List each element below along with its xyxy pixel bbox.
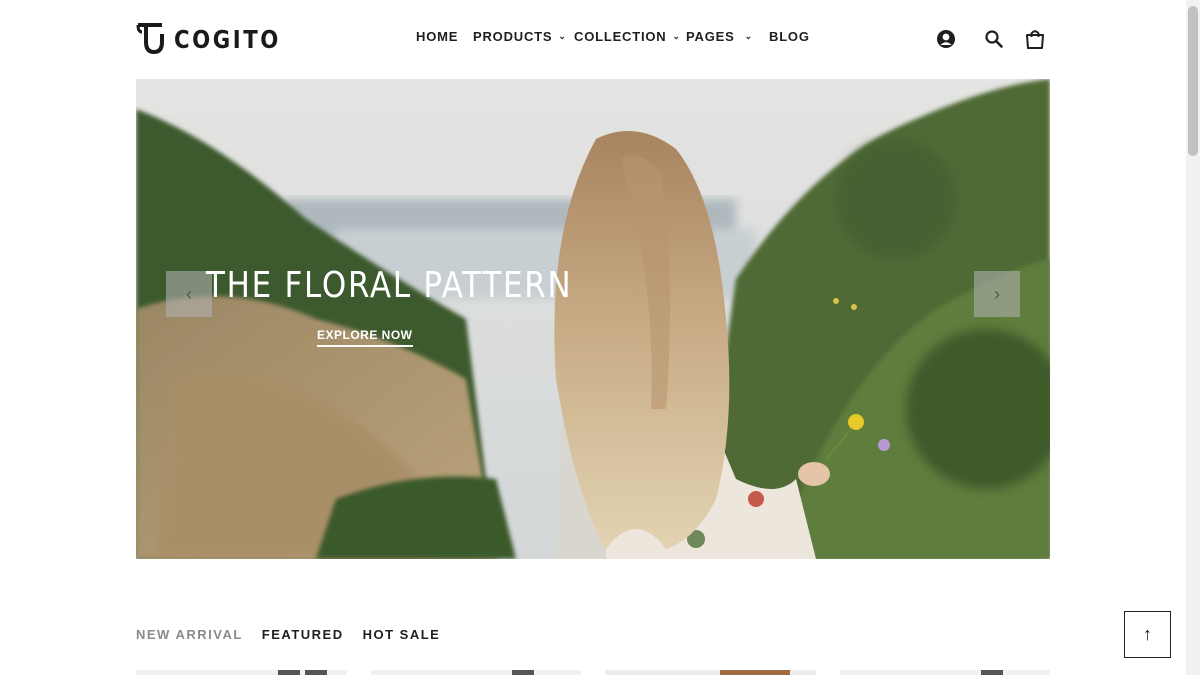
product-image-top [720,670,790,675]
search-button[interactable] [982,27,1006,51]
cart-icon [1026,30,1044,49]
account-icon [937,30,955,48]
nav-products-label: PRODUCTS [473,29,553,44]
nav-blog-label: BLOG [769,29,810,44]
nav-collection[interactable]: COLLECTION ⌄ [574,29,681,44]
hero-slider[interactable]: ‹ › THE FLORAL PATTERN EXPLORE NOW [136,79,1050,559]
hero-title: THE FLORAL PATTERN [206,265,573,306]
nav-blog[interactable]: BLOG [769,29,810,44]
page-scrollbar[interactable] [1186,0,1200,675]
site-header: COGITO HOME PRODUCTS ⌄ COLLECTION ⌄ PAGE… [0,0,1186,78]
product-tabs: NEW ARRIVAL FEATURED HOT SALE [136,627,459,642]
chevron-down-icon: ⌄ [744,31,753,41]
nav-home[interactable]: HOME [416,29,458,44]
product-badge [305,670,327,675]
arrow-up-icon: ↑ [1143,624,1152,644]
product-card[interactable] [605,670,816,675]
brand-logo[interactable]: COGITO [136,22,300,56]
slider-next-button[interactable]: › [974,271,1020,317]
logo-mark-icon [136,23,164,55]
brand-name: COGITO [174,24,281,54]
explore-now-link[interactable]: EXPLORE NOW [317,328,413,347]
nav-pages-label: PAGES [686,29,735,44]
chevron-down-icon: ⌄ [672,31,681,41]
chevron-down-icon: ⌄ [558,31,567,41]
tab-hot-sale[interactable]: HOT SALE [363,627,441,642]
back-to-top-button[interactable]: ↑ [1124,611,1171,658]
nav-home-label: HOME [416,29,459,44]
cart-button[interactable] [1023,27,1047,51]
product-card[interactable] [840,670,1050,675]
chevron-left-icon: ‹ [186,283,192,304]
hero-image [136,79,1050,559]
nav-collection-label: COLLECTION [574,29,667,44]
search-icon [985,30,1003,48]
scrollbar-thumb[interactable] [1188,6,1198,156]
product-badge [278,670,300,675]
tab-new-arrival[interactable]: NEW ARRIVAL [136,627,243,642]
account-button[interactable] [934,27,958,51]
nav-pages[interactable]: PAGES ⌄ [686,29,753,44]
product-card[interactable] [371,670,581,675]
product-badge [512,670,534,675]
nav-products[interactable]: PRODUCTS ⌄ [473,29,567,44]
tab-featured[interactable]: FEATURED [262,627,344,642]
chevron-right-icon: › [994,283,1000,304]
product-badge [981,670,1003,675]
product-card[interactable] [136,670,347,675]
